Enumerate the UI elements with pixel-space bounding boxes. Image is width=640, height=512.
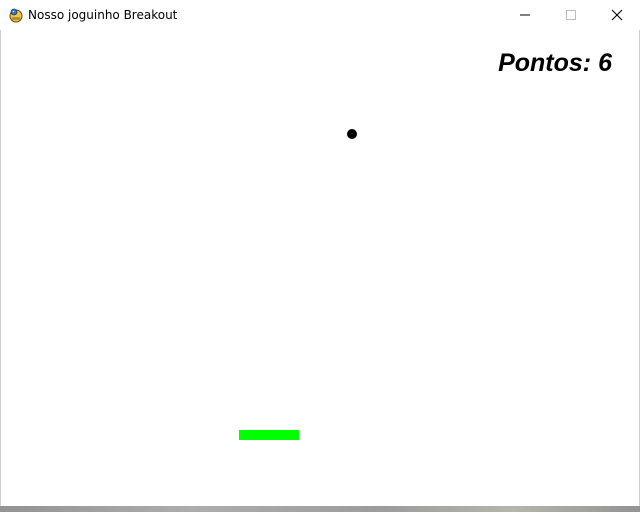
score-label: Pontos: 6 <box>498 49 612 77</box>
window-title: Nosso joguinho Breakout <box>28 8 178 22</box>
minimize-button[interactable] <box>502 0 548 30</box>
minimize-icon <box>519 6 531 25</box>
close-icon <box>611 6 623 25</box>
taskbar-edge <box>0 506 640 512</box>
close-button[interactable] <box>594 0 640 30</box>
game-canvas[interactable]: Pontos: 6 <box>0 30 640 510</box>
app-window: Nosso joguinho Breakout Pontos: 6 <box>0 0 640 512</box>
title-bar[interactable]: Nosso joguinho Breakout <box>0 0 640 30</box>
maximize-icon <box>565 6 577 25</box>
window-border-left <box>0 30 1 506</box>
ball <box>347 129 357 139</box>
pygame-icon <box>8 7 24 23</box>
maximize-button[interactable] <box>548 0 594 30</box>
paddle <box>239 430 299 440</box>
